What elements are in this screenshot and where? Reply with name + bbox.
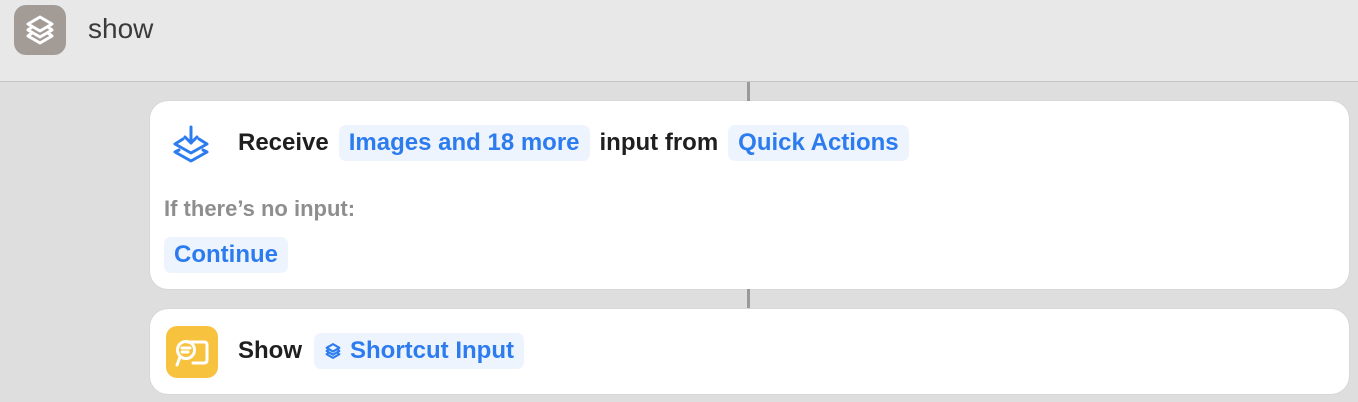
window-title: show bbox=[88, 13, 154, 44]
no-input-label: If there’s no input: bbox=[164, 196, 356, 221]
input-from-label: input from bbox=[599, 129, 719, 156]
receive-input-icon bbox=[170, 123, 212, 167]
input-types-token[interactable]: Images and 18 more bbox=[338, 125, 590, 161]
show-result-icon bbox=[166, 326, 218, 378]
flow-connector bbox=[747, 289, 750, 308]
shortcuts-variable-icon bbox=[324, 342, 342, 360]
title-bar: show bbox=[0, 0, 1358, 82]
input-source-token[interactable]: Quick Actions bbox=[728, 125, 909, 161]
receive-action-card[interactable]: Receive Images and 18 more input from Qu… bbox=[150, 101, 1349, 289]
show-verb: Show bbox=[238, 337, 302, 364]
receive-verb: Receive bbox=[238, 129, 329, 156]
show-action-card[interactable]: Show Shortcut Input bbox=[150, 309, 1349, 394]
no-input-behavior-token[interactable]: Continue bbox=[164, 237, 288, 273]
flow-connector bbox=[747, 82, 750, 101]
shortcut-input-token[interactable]: Shortcut Input bbox=[314, 333, 524, 369]
shortcut-input-label: Shortcut Input bbox=[350, 337, 514, 364]
shortcuts-app-icon bbox=[14, 5, 66, 55]
